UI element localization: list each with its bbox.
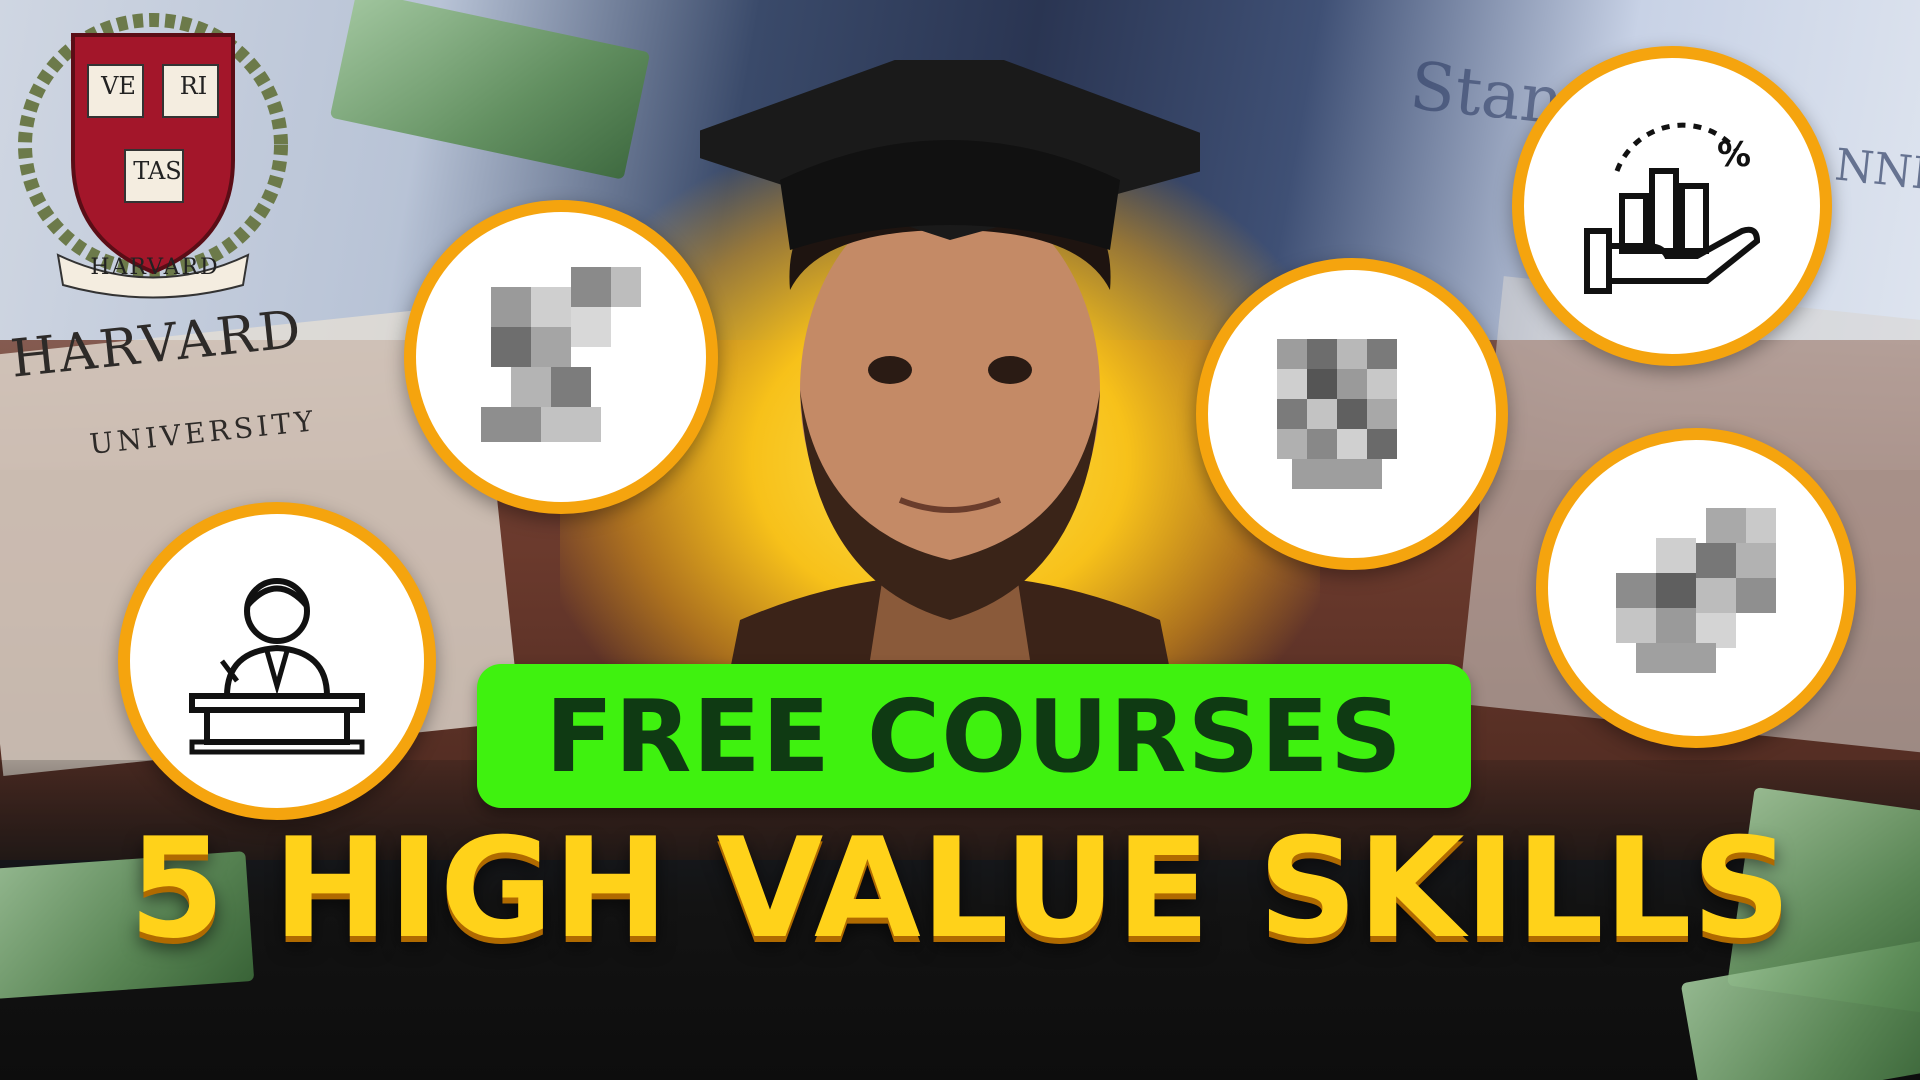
presenter-podium-icon [189,578,365,755]
cpu-chip-icon [1277,339,1397,489]
headline-text: 5 HIGH VALUE SKILLS [128,808,1792,969]
free-courses-badge: FREE COURSES [477,664,1471,808]
skill-icon-presenter [118,502,436,820]
skill-icon-chip [1196,258,1508,570]
free-courses-text: FREE COURSES [545,677,1403,795]
svg-text:%: % [1717,135,1751,175]
graduate-portrait [700,60,1200,720]
skill-icon-growth-chart: % [1512,46,1832,366]
handshake-icon [1616,508,1776,673]
crest-label-tas: TAS [133,157,182,185]
bar-chart-hand-percent-icon: % [1584,122,1761,294]
thumbnail-canvas: VE RI TAS HARVARD HARVARD UNIVERSITY Sta… [0,0,1920,1080]
crest-banner-text: HARVARD [90,255,220,280]
skill-icon-handshake [1536,428,1856,748]
crest-label-ri: RI [179,72,208,100]
robot-arm-icon [481,267,641,442]
crest-label-ve: VE [101,72,136,100]
skill-icon-robot-arm [404,200,718,514]
